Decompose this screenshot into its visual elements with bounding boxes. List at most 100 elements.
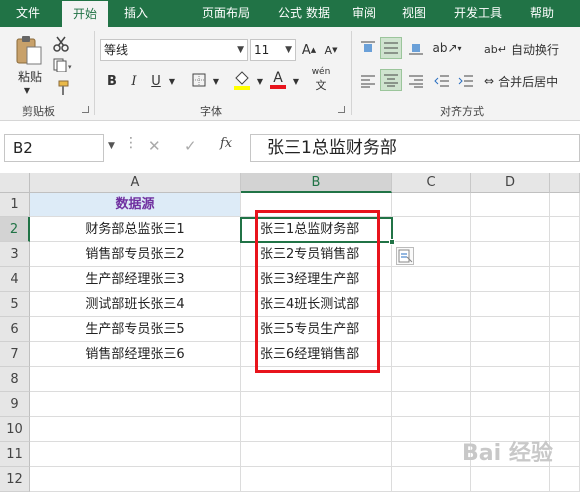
tab-developer[interactable]: 开发工具	[446, 0, 510, 27]
tab-file[interactable]: 文件	[6, 0, 50, 27]
align-right-icon[interactable]	[406, 71, 426, 91]
cell-a4[interactable]: 生产部经理张三3	[30, 267, 241, 292]
row-header-5[interactable]: 5	[0, 292, 30, 317]
column-header-a[interactable]: A	[30, 173, 241, 193]
decrease-indent-icon[interactable]	[432, 71, 452, 91]
cell-b10[interactable]	[241, 417, 392, 442]
cell-d7[interactable]	[471, 342, 550, 367]
cell-e11[interactable]	[550, 442, 580, 467]
cell-c8[interactable]	[392, 367, 471, 392]
insert-function-icon[interactable]: fx	[220, 136, 232, 151]
cell-b12[interactable]	[241, 467, 392, 492]
underline-button[interactable]: U	[148, 72, 164, 90]
clipboard-launcher-icon[interactable]	[82, 106, 89, 113]
cell-c4[interactable]	[392, 267, 471, 292]
merge-center-button[interactable]: ⇔ 合并后居中	[484, 71, 580, 91]
borders-icon[interactable]	[190, 71, 208, 89]
font-launcher-icon[interactable]	[338, 106, 345, 113]
chevron-down-icon[interactable]: ▼	[166, 72, 178, 90]
cell-b11[interactable]	[241, 442, 392, 467]
chevron-down-icon[interactable]: ▼	[210, 72, 222, 90]
italic-button[interactable]: I	[126, 72, 142, 90]
top-align-icon[interactable]	[358, 39, 378, 57]
cell-e1[interactable]	[550, 193, 580, 217]
cell-a7[interactable]: 销售部经理张三6	[30, 342, 241, 367]
cell-d9[interactable]	[471, 392, 550, 417]
cell-d1[interactable]	[471, 193, 550, 217]
chevron-down-icon[interactable]: ▼	[254, 72, 266, 90]
tab-help[interactable]: 帮助	[520, 0, 564, 27]
fill-handle[interactable]	[389, 239, 395, 245]
fill-color-icon[interactable]	[232, 69, 252, 91]
cell-a8[interactable]	[30, 367, 241, 392]
cell-d4[interactable]	[471, 267, 550, 292]
tab-home[interactable]: 开始	[62, 0, 108, 27]
tab-review[interactable]: 审阅	[344, 0, 384, 27]
tab-page-layout[interactable]: 页面布局	[196, 0, 256, 27]
cell-a5[interactable]: 测试部班长张三4	[30, 292, 241, 317]
cell-a11[interactable]	[30, 442, 241, 467]
row-header-2[interactable]: 2	[0, 217, 30, 242]
row-header-10[interactable]: 10	[0, 417, 30, 442]
row-header-3[interactable]: 3	[0, 242, 30, 267]
cell-d12[interactable]	[471, 467, 550, 492]
cell-a9[interactable]	[30, 392, 241, 417]
phonetic-guide-icon[interactable]: wén 文	[308, 67, 334, 92]
tab-insert[interactable]: 插入	[116, 0, 156, 27]
column-header-b[interactable]: B	[241, 173, 392, 193]
format-painter-icon[interactable]	[52, 79, 70, 97]
row-header-6[interactable]: 6	[0, 317, 30, 342]
row-header-7[interactable]: 7	[0, 342, 30, 367]
bottom-align-icon[interactable]	[406, 39, 426, 57]
increase-font-size-icon[interactable]: A ▲	[300, 41, 318, 59]
column-header-c[interactable]: C	[392, 173, 471, 193]
select-all-corner[interactable]	[0, 173, 30, 193]
cell-e8[interactable]	[550, 367, 580, 392]
bold-button[interactable]: B	[104, 72, 120, 90]
name-box[interactable]: B2	[4, 134, 104, 162]
font-name-combo[interactable]: 等线 ▼	[100, 39, 248, 61]
align-center-icon[interactable]	[380, 69, 402, 91]
enter-icon[interactable]: ✓	[184, 137, 197, 155]
cell-d3[interactable]	[471, 242, 550, 267]
cell-d5[interactable]	[471, 292, 550, 317]
wrap-text-button[interactable]: ab↵ 自动换行	[484, 39, 580, 59]
cell-e7[interactable]	[550, 342, 580, 367]
cell-e5[interactable]	[550, 292, 580, 317]
row-header-11[interactable]: 11	[0, 442, 30, 467]
cell-c7[interactable]	[392, 342, 471, 367]
cell-a2[interactable]: 财务部总监张三1	[30, 217, 241, 242]
cell-a3[interactable]: 销售部专员张三2	[30, 242, 241, 267]
paste-icon[interactable]	[12, 33, 46, 67]
cell-e9[interactable]	[550, 392, 580, 417]
row-header-12[interactable]: 12	[0, 467, 30, 492]
orientation-icon[interactable]: ab↗ ▾	[432, 39, 461, 57]
cell-e6[interactable]	[550, 317, 580, 342]
row-header-8[interactable]: 8	[0, 367, 30, 392]
cell-d8[interactable]	[471, 367, 550, 392]
cell-e4[interactable]	[550, 267, 580, 292]
cut-icon[interactable]	[52, 35, 70, 53]
tab-data[interactable]: 数据	[298, 0, 338, 27]
increase-indent-icon[interactable]	[456, 71, 476, 91]
name-box-dropdown-icon[interactable]: ▼	[108, 141, 115, 151]
cell-e12[interactable]	[550, 467, 580, 492]
cell-a1[interactable]: 数据源	[30, 193, 241, 217]
cell-e10[interactable]	[550, 417, 580, 442]
cell-c11[interactable]	[392, 442, 471, 467]
cell-a6[interactable]: 生产部专员张三5	[30, 317, 241, 342]
font-size-combo[interactable]: 11 ▼	[250, 39, 296, 61]
cell-a12[interactable]	[30, 467, 241, 492]
chevron-down-icon[interactable]: ▼	[290, 72, 302, 90]
row-header-4[interactable]: 4	[0, 267, 30, 292]
paste-options-icon[interactable]	[396, 247, 414, 265]
cell-d6[interactable]	[471, 317, 550, 342]
cell-c6[interactable]	[392, 317, 471, 342]
cell-c2[interactable]	[392, 217, 471, 242]
cell-e2[interactable]	[550, 217, 580, 242]
cell-c5[interactable]	[392, 292, 471, 317]
cell-c1[interactable]	[392, 193, 471, 217]
cancel-icon[interactable]: ✕	[148, 137, 161, 155]
copy-icon[interactable]: ▾	[52, 57, 74, 73]
row-header-9[interactable]: 9	[0, 392, 30, 417]
